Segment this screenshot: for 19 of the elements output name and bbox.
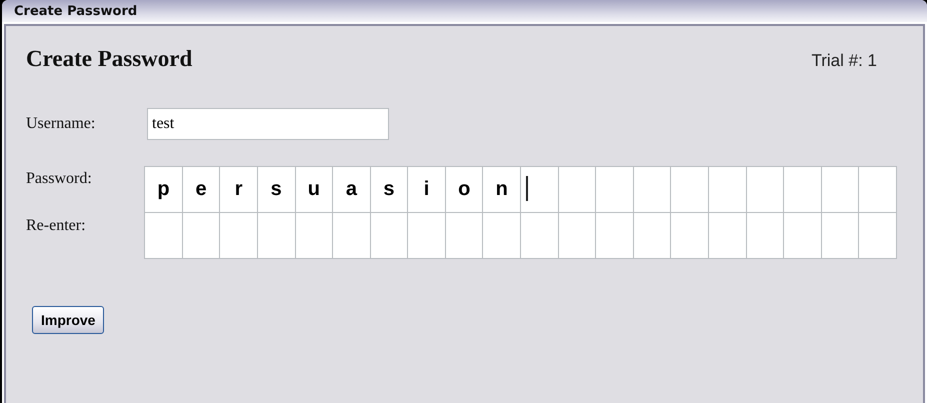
character-cell[interactable]: a [333,167,371,213]
character-cell[interactable]: u [296,167,334,213]
field-label: Password: [26,170,93,188]
text-cursor [526,176,528,201]
character-cell[interactable]: s [370,167,408,213]
character-cell[interactable]: p [145,167,183,213]
character-cell[interactable]: i [408,167,446,213]
field-label: Username: [26,115,96,133]
character-cell[interactable]: n [483,167,522,213]
username-field[interactable]: test [147,108,389,140]
character-cell[interactable]: o [446,167,484,213]
window-title: Create Password [2,0,927,22]
trial-counter: Trial #: 1 [811,51,877,71]
character-cell[interactable]: s [258,167,296,213]
field-label: Re-enter: [26,217,87,235]
character-cell[interactable]: r [220,167,258,213]
improve-button[interactable]: Improve [32,306,104,334]
page-heading: Create Password [26,46,192,72]
character-cell[interactable]: e [182,167,220,213]
